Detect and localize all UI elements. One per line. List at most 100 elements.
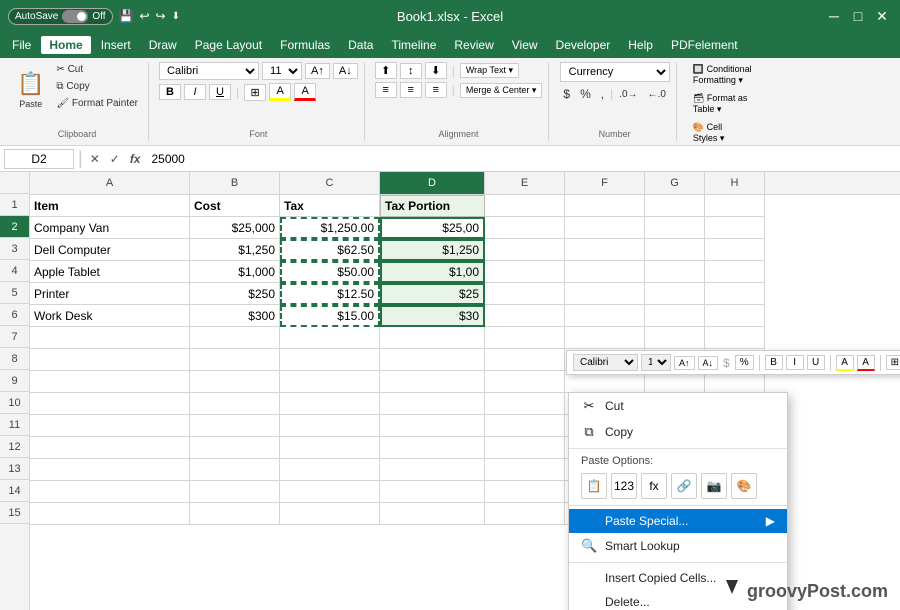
menu-data[interactable]: Data bbox=[340, 36, 381, 54]
font-color-button[interactable]: A bbox=[294, 83, 316, 101]
cell-g3[interactable] bbox=[645, 239, 705, 261]
cell-d14[interactable] bbox=[380, 481, 485, 503]
cell-c1[interactable]: Tax bbox=[280, 195, 380, 217]
cell-c3[interactable]: $62.50 bbox=[280, 239, 380, 261]
smart-lookup-menu-item[interactable]: 🔍 Smart Lookup bbox=[569, 533, 787, 559]
cell-e11[interactable] bbox=[485, 415, 565, 437]
maximize-button[interactable]: □ bbox=[848, 6, 868, 26]
col-header-h[interactable]: H bbox=[705, 172, 765, 194]
cell-e10[interactable] bbox=[485, 393, 565, 415]
paste-icon-clipboard[interactable]: 📋 bbox=[581, 473, 607, 499]
cell-styles-button[interactable]: 🎨 CellStyles ▾ bbox=[687, 120, 731, 146]
cell-a7[interactable] bbox=[30, 327, 190, 349]
cell-b7[interactable] bbox=[190, 327, 280, 349]
align-top-button[interactable]: ⬆ bbox=[375, 62, 397, 79]
row-header-10[interactable]: 10 bbox=[0, 392, 29, 414]
cell-h2[interactable] bbox=[705, 217, 765, 239]
dollar-button[interactable]: $ bbox=[559, 86, 574, 102]
cell-f6[interactable] bbox=[565, 305, 645, 327]
mini-font-size-select[interactable]: 11 bbox=[641, 354, 671, 371]
cell-d7[interactable] bbox=[380, 327, 485, 349]
close-button[interactable]: ✕ bbox=[872, 6, 892, 26]
format-as-table-button[interactable]: 🗃 Format asTable ▾ bbox=[687, 91, 753, 117]
cell-d10[interactable] bbox=[380, 393, 485, 415]
cell-a15[interactable] bbox=[30, 503, 190, 525]
cell-b11[interactable] bbox=[190, 415, 280, 437]
menu-insert[interactable]: Insert bbox=[93, 36, 139, 54]
delete-menu-item[interactable]: Delete... bbox=[569, 590, 787, 610]
redo-icon[interactable]: ↪ bbox=[156, 9, 166, 23]
row-header-7[interactable]: 7 bbox=[0, 326, 29, 348]
cell-d9[interactable] bbox=[380, 371, 485, 393]
cell-b14[interactable] bbox=[190, 481, 280, 503]
cell-f4[interactable] bbox=[565, 261, 645, 283]
cell-c6[interactable]: $15.00 bbox=[280, 305, 380, 327]
paste-icon-fx[interactable]: fx bbox=[641, 473, 667, 499]
cell-e7[interactable] bbox=[485, 327, 565, 349]
cell-d8[interactable] bbox=[380, 349, 485, 371]
font-name-select[interactable]: Calibri bbox=[159, 62, 259, 80]
col-header-b[interactable]: B bbox=[190, 172, 280, 194]
row-header-9[interactable]: 9 bbox=[0, 370, 29, 392]
cell-g6[interactable] bbox=[645, 305, 705, 327]
cell-a6[interactable]: Work Desk bbox=[30, 305, 190, 327]
percent-button[interactable]: % bbox=[576, 86, 595, 102]
conditional-formatting-button[interactable]: 🔲 ConditionalFormatting ▾ bbox=[687, 62, 758, 88]
paste-icon-link[interactable]: 🔗 bbox=[671, 473, 697, 499]
mini-font-color-button[interactable]: A bbox=[857, 355, 875, 371]
cell-a9[interactable] bbox=[30, 371, 190, 393]
row-header-11[interactable]: 11 bbox=[0, 414, 29, 436]
menu-page-layout[interactable]: Page Layout bbox=[187, 36, 270, 54]
borders-button[interactable]: ⊞ bbox=[244, 84, 266, 101]
cell-c9[interactable] bbox=[280, 371, 380, 393]
cell-e13[interactable] bbox=[485, 459, 565, 481]
menu-review[interactable]: Review bbox=[446, 36, 501, 54]
mini-grow-button[interactable]: A↑ bbox=[674, 356, 695, 370]
menu-home[interactable]: Home bbox=[41, 36, 90, 54]
menu-draw[interactable]: Draw bbox=[141, 36, 185, 54]
cell-h1[interactable] bbox=[705, 195, 765, 217]
align-middle-button[interactable]: ↕ bbox=[400, 63, 422, 79]
insert-copied-menu-item[interactable]: Insert Copied Cells... bbox=[569, 566, 787, 590]
cell-e2[interactable] bbox=[485, 217, 565, 239]
cell-d3[interactable]: $1,250 bbox=[380, 239, 485, 261]
decimal-increase-button[interactable]: .0→ bbox=[615, 88, 641, 101]
mini-underline-button[interactable]: U bbox=[807, 355, 825, 370]
comma-button[interactable]: , bbox=[597, 86, 608, 102]
cell-e6[interactable] bbox=[485, 305, 565, 327]
cell-b5[interactable]: $250 bbox=[190, 283, 280, 305]
cell-b6[interactable]: $300 bbox=[190, 305, 280, 327]
formula-input[interactable] bbox=[147, 152, 896, 166]
cell-f2[interactable] bbox=[565, 217, 645, 239]
cell-f7[interactable] bbox=[565, 327, 645, 349]
menu-formulas[interactable]: Formulas bbox=[272, 36, 338, 54]
mini-percent-button[interactable]: % bbox=[735, 355, 754, 370]
cancel-formula-button[interactable]: ✕ bbox=[87, 152, 103, 166]
cell-a8[interactable] bbox=[30, 349, 190, 371]
cell-e14[interactable] bbox=[485, 481, 565, 503]
cell-a12[interactable] bbox=[30, 437, 190, 459]
paste-icon-format[interactable]: 🎨 bbox=[731, 473, 757, 499]
cell-d6[interactable]: $30 bbox=[380, 305, 485, 327]
cell-f3[interactable] bbox=[565, 239, 645, 261]
row-header-13[interactable]: 13 bbox=[0, 458, 29, 480]
cell-d5[interactable]: $25 bbox=[380, 283, 485, 305]
paste-button[interactable]: 📋 Paste bbox=[12, 62, 49, 118]
cell-a2[interactable]: Company Van bbox=[30, 217, 190, 239]
align-center-button[interactable]: ≡ bbox=[400, 82, 422, 98]
wrap-text-button[interactable]: Wrap Text ▾ bbox=[460, 63, 519, 78]
cell-b12[interactable] bbox=[190, 437, 280, 459]
undo-icon[interactable]: ↩ bbox=[139, 9, 149, 23]
menu-developer[interactable]: Developer bbox=[548, 36, 619, 54]
cut-menu-item[interactable]: ✂ Cut bbox=[569, 393, 787, 419]
cell-g2[interactable] bbox=[645, 217, 705, 239]
row-header-12[interactable]: 12 bbox=[0, 436, 29, 458]
cell-d4[interactable]: $1,00 bbox=[380, 261, 485, 283]
cell-f1[interactable] bbox=[565, 195, 645, 217]
cell-d12[interactable] bbox=[380, 437, 485, 459]
cell-e3[interactable] bbox=[485, 239, 565, 261]
font-grow-button[interactable]: A↑ bbox=[305, 63, 330, 79]
underline-button[interactable]: U bbox=[209, 84, 231, 100]
mini-highlight-button[interactable]: A bbox=[836, 355, 854, 371]
cell-a4[interactable]: Apple Tablet bbox=[30, 261, 190, 283]
